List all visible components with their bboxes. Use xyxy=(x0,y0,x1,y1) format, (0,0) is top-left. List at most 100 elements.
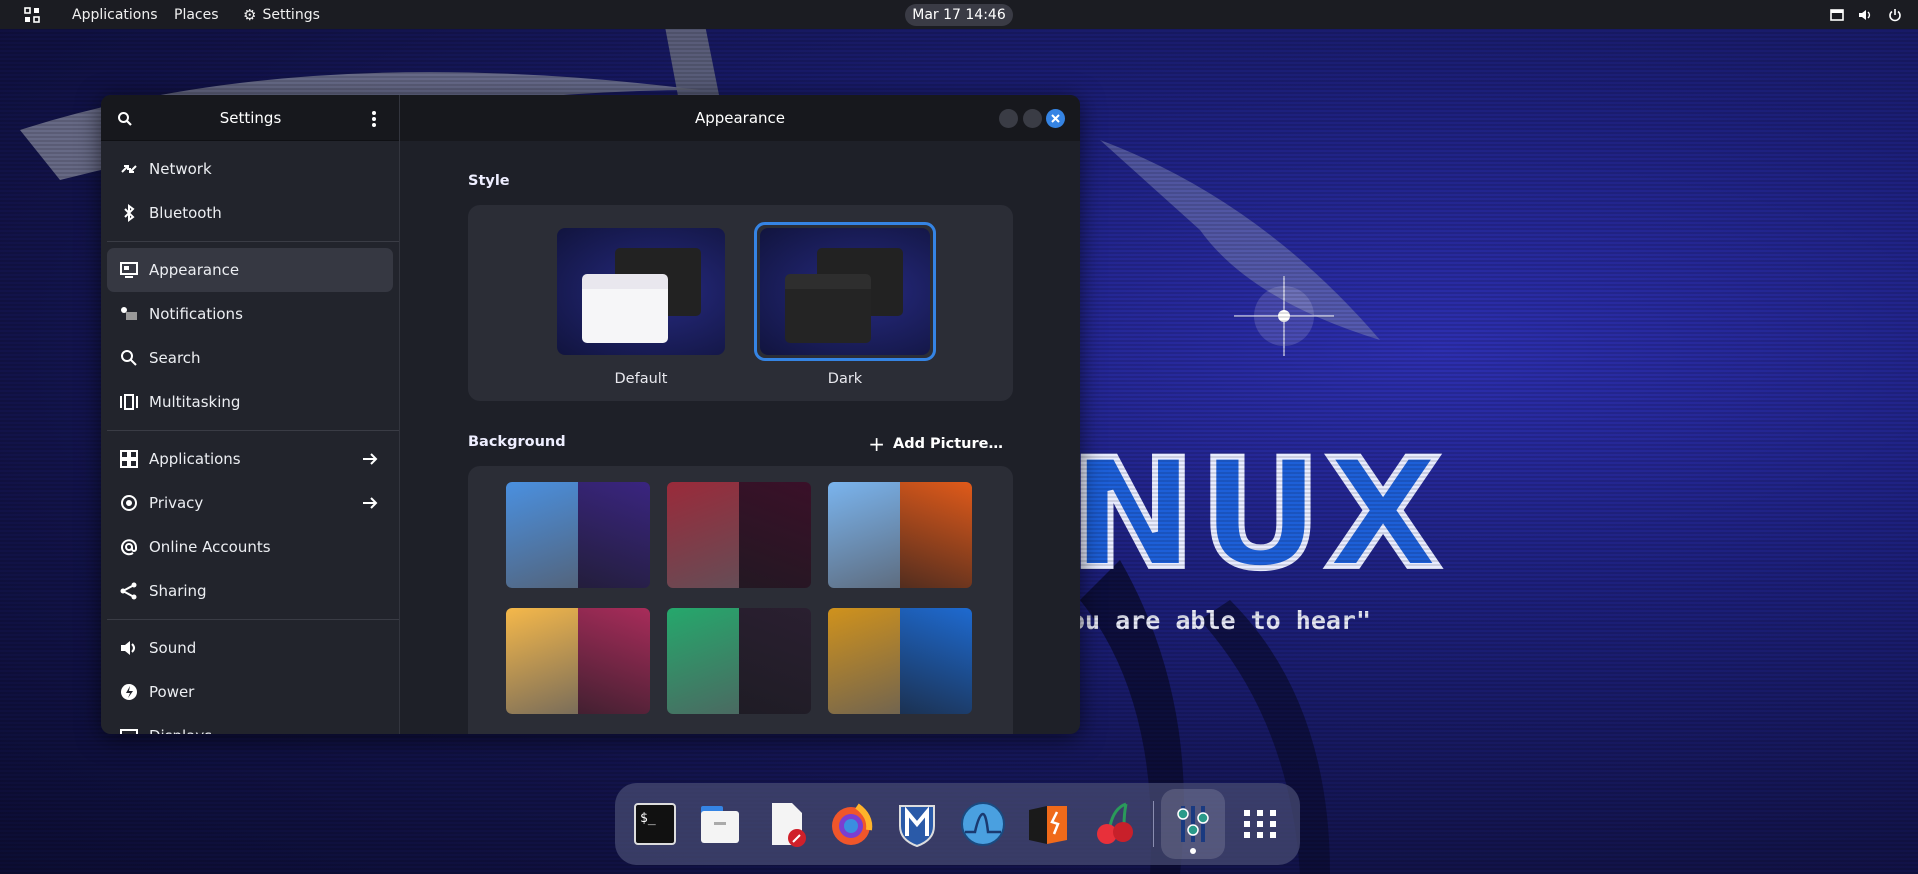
burpsuite-icon xyxy=(1029,806,1067,844)
dock-item-cherrytree[interactable] xyxy=(1090,800,1138,848)
sidebar-item-network[interactable]: Network xyxy=(107,147,393,191)
arrow-right-icon xyxy=(363,497,378,509)
dark-variant xyxy=(739,608,811,714)
arrow-right-icon xyxy=(363,453,378,465)
settings-menu[interactable]: ⚙ Settings xyxy=(243,0,320,29)
sidebar-item-label: Network xyxy=(149,160,212,178)
terminal-icon: $_ xyxy=(634,803,676,845)
sidebar-item-label: Power xyxy=(149,683,195,701)
style-label-default: Default xyxy=(614,371,668,387)
sidebar-item-privacy[interactable]: Privacy xyxy=(107,481,393,525)
sidebar-item-sharing[interactable]: Sharing xyxy=(107,569,393,613)
dock-separator xyxy=(1153,801,1154,847)
sidebar-separator xyxy=(107,430,399,431)
display-icon xyxy=(120,729,138,734)
at-icon xyxy=(121,539,137,556)
power-icon xyxy=(1889,8,1901,21)
background-thumbnail[interactable] xyxy=(667,482,811,588)
light-variant xyxy=(828,482,900,588)
style-option-default[interactable] xyxy=(557,228,725,355)
wallpaper-logo: NUX xyxy=(1067,428,1445,602)
cherrytree-icon xyxy=(1097,802,1133,844)
sidebar-header: Settings xyxy=(101,95,399,141)
preview-front-window-light xyxy=(582,274,668,343)
settings-window: Settings Network Bluetooth Appearance Notif… xyxy=(101,95,1080,734)
top-bar: Applications Places ⚙ Settings Mar 17 14… xyxy=(0,0,1918,29)
system-menu[interactable] xyxy=(1830,0,1902,29)
wireshark-icon xyxy=(961,802,1005,846)
sidebar-item-label: Notifications xyxy=(149,305,243,323)
volume-icon xyxy=(1859,9,1871,20)
sidebar-item-power[interactable]: Power xyxy=(107,670,393,714)
background-thumbnail[interactable] xyxy=(506,608,650,714)
dock: $_ xyxy=(615,783,1300,865)
running-indicator xyxy=(1190,848,1196,854)
gear-icon: ⚙ xyxy=(243,5,257,24)
dock-item-text-editor[interactable] xyxy=(762,800,810,848)
window-title: Appearance xyxy=(694,109,786,127)
sidebar-item-appearance[interactable]: Appearance xyxy=(107,248,393,292)
sidebar-item-multitasking[interactable]: Multitasking xyxy=(107,380,393,424)
sidebar-item-label: Privacy xyxy=(149,494,204,512)
dark-variant xyxy=(578,482,650,588)
applications-icon xyxy=(120,450,138,468)
background-thumbnail[interactable] xyxy=(828,482,972,588)
activities-button[interactable] xyxy=(24,0,40,29)
dock-item-wireshark[interactable] xyxy=(959,800,1007,848)
sidebar-item-label: Sharing xyxy=(149,582,207,600)
notifications-icon xyxy=(121,307,137,320)
style-label-dark: Dark xyxy=(827,371,863,387)
clock[interactable]: Mar 17 14:46 xyxy=(905,4,1013,26)
share-icon xyxy=(120,582,137,600)
light-variant xyxy=(667,482,739,588)
dock-item-settings-app[interactable] xyxy=(1169,800,1217,848)
privacy-icon xyxy=(121,495,137,511)
sidebar-item-label: Applications xyxy=(149,450,241,468)
style-option-dark-selected[interactable] xyxy=(754,222,936,361)
sidebar-item-label: Appearance xyxy=(149,261,240,279)
minimize-button[interactable] xyxy=(999,109,1018,128)
metasploit-icon xyxy=(899,805,935,848)
sidebar-item-search[interactable]: Search xyxy=(107,336,393,380)
show-apps-icon xyxy=(1244,810,1276,838)
sidebar-item-label: Search xyxy=(149,349,201,367)
search-icon xyxy=(121,350,137,366)
add-picture-button[interactable]: + Add Picture… xyxy=(868,432,1003,456)
places-menu[interactable]: Places xyxy=(174,0,219,29)
light-variant xyxy=(506,482,578,588)
dock-item-files[interactable] xyxy=(696,800,744,848)
sidebar-item-bluetooth[interactable]: Bluetooth xyxy=(107,191,393,235)
dock-item-metasploit[interactable] xyxy=(893,800,941,848)
dock-item-burpsuite[interactable] xyxy=(1025,800,1073,848)
light-variant xyxy=(506,608,578,714)
dock-item-firefox[interactable] xyxy=(827,800,875,848)
grid-icon xyxy=(24,6,40,23)
dark-variant xyxy=(739,482,811,588)
sidebar: Settings Network Bluetooth Appearance Notif… xyxy=(101,95,400,734)
sidebar-item-notifications[interactable]: Notifications xyxy=(107,292,393,336)
sidebar-separator xyxy=(107,619,399,620)
sidebar-item-online-accounts[interactable]: Online Accounts xyxy=(107,525,393,569)
style-heading: Style xyxy=(468,173,510,189)
sidebar-item-sound[interactable]: Sound xyxy=(107,626,393,670)
kebab-menu-icon[interactable] xyxy=(371,110,377,128)
dock-item-show-apps[interactable] xyxy=(1236,800,1284,848)
preview-front-window-dark xyxy=(785,274,871,343)
sidebar-item-displays[interactable]: Displays xyxy=(107,714,393,734)
dark-variant xyxy=(900,482,972,588)
sidebar-title: Settings xyxy=(219,108,282,127)
background-thumbnail[interactable] xyxy=(828,608,972,714)
close-button[interactable] xyxy=(1046,109,1065,128)
sidebar-separator xyxy=(107,241,399,242)
sidebar-list: Network Bluetooth Appearance Notifications S… xyxy=(101,141,399,734)
style-box: Default Dark xyxy=(468,205,1013,401)
dock-item-terminal[interactable]: $_ xyxy=(631,800,679,848)
maximize-button[interactable] xyxy=(1023,109,1042,128)
background-thumbnail[interactable] xyxy=(506,482,650,588)
background-thumbnail[interactable] xyxy=(667,608,811,714)
bluetooth-icon xyxy=(124,204,135,222)
sidebar-item-applications[interactable]: Applications xyxy=(107,437,393,481)
applications-menu[interactable]: Applications xyxy=(72,0,158,29)
settings-app-icon xyxy=(1177,806,1209,842)
light-variant xyxy=(667,608,739,714)
